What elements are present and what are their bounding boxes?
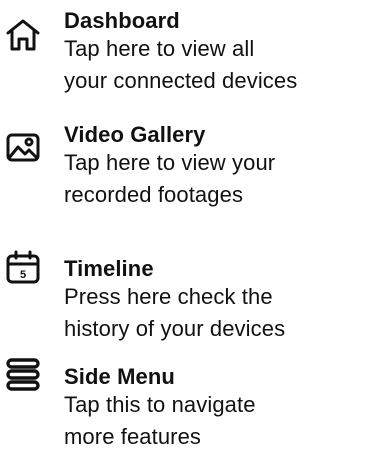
help-item-title: Side Menu	[64, 364, 175, 389]
help-item-description-line: your connected devices	[64, 68, 298, 93]
menu-icon	[4, 356, 42, 394]
help-item-description: Tap here to view all your connected devi…	[64, 33, 364, 97]
help-item-title: Dashboard	[64, 8, 180, 33]
calendar-day-number: 5	[20, 269, 26, 281]
calendar-icon: 5	[4, 248, 42, 286]
help-item-description-line: Press here check the	[64, 284, 273, 309]
help-item-description-line: history of your devices	[64, 316, 286, 341]
help-item-description: Tap this to navigate more features	[64, 389, 364, 453]
help-item-description-line: Tap here to view your	[64, 150, 276, 175]
help-item-description-line: recorded footages	[64, 182, 244, 207]
help-item-description-line: Tap here to view all	[64, 36, 255, 61]
help-item-description: Press here check the history of your dev…	[64, 281, 364, 345]
help-item-timeline: 5 Timeline Press here check the history …	[0, 250, 367, 354]
help-item-dashboard: Dashboard Tap here to view all your conn…	[0, 6, 367, 106]
help-item-description-line: more features	[64, 424, 202, 449]
help-item-description: Tap here to view your recorded footages	[64, 147, 364, 211]
help-item-video-gallery: Video Gallery Tap here to view your reco…	[0, 120, 367, 220]
help-item-side-menu: Side Menu Tap this to navigate more feat…	[0, 358, 367, 462]
home-icon	[4, 16, 42, 54]
help-item-title: Video Gallery	[64, 122, 206, 147]
help-item-title: Timeline	[64, 256, 154, 281]
gallery-icon	[4, 128, 42, 166]
help-item-description-line: Tap this to navigate	[64, 392, 256, 417]
